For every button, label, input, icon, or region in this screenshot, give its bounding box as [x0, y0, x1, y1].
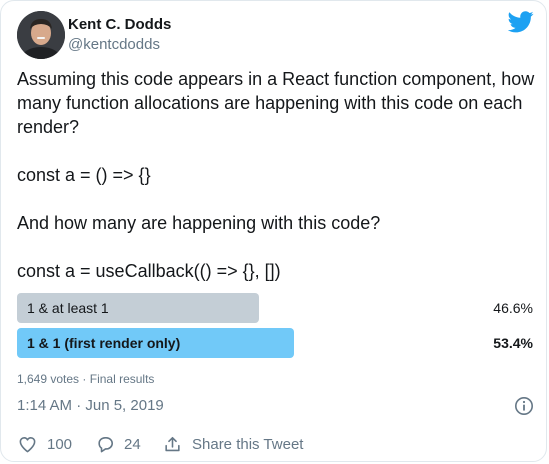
poll-option-1: 1 & at least 1 46.6% — [17, 293, 533, 323]
like-button[interactable]: 100 — [18, 435, 78, 455]
share-icon — [165, 436, 180, 452]
author-handle[interactable]: @kentcdodds — [68, 36, 160, 53]
share-label: Share this Tweet — [192, 436, 304, 453]
poll-option-percent: 53.4% — [493, 335, 533, 351]
poll-status: Final results — [89, 372, 155, 386]
poll-vote-count: 1,649 votes — [17, 372, 80, 386]
poll-meta-separator: · — [82, 372, 87, 386]
poll-meta: 1,649 votes · Final results — [17, 372, 154, 386]
poll-option-2: 1 & 1 (first render only) 53.4% — [17, 328, 533, 358]
like-count: 100 — [47, 436, 73, 453]
tweet-timestamp[interactable]: 1:14 AM · Jun 5, 2019 — [17, 397, 164, 414]
reply-bubble-icon — [98, 436, 114, 453]
poll-option-label: 1 & at least 1 — [27, 300, 109, 316]
avatar[interactable] — [17, 11, 65, 59]
share-button[interactable]: Share this Tweet — [163, 435, 308, 455]
reply-count: 24 — [124, 436, 141, 453]
tweet-card: Kent C. Dodds @kentcdodds Assuming this … — [0, 0, 547, 462]
tweet-text: Assuming this code appears in a React fu… — [17, 69, 535, 281]
poll-option-percent: 46.6% — [493, 300, 533, 316]
poll-option-label: 1 & 1 (first render only) — [27, 335, 181, 351]
info-icon[interactable] — [514, 396, 534, 416]
author-name[interactable]: Kent C. Dodds — [68, 16, 171, 33]
reply-button[interactable]: 24 — [96, 435, 146, 455]
avatar-photo — [17, 11, 65, 59]
heart-icon — [19, 436, 36, 453]
twitter-bird-icon[interactable] — [508, 11, 534, 33]
